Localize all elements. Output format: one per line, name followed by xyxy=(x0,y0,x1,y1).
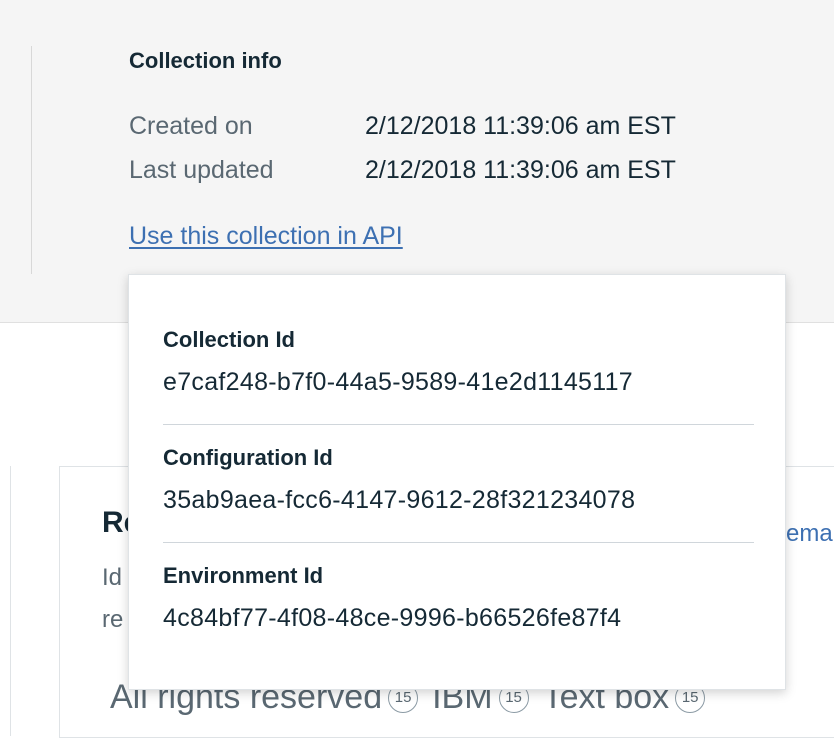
left-card-edge xyxy=(0,466,11,736)
collection-id-label: Collection Id xyxy=(163,327,295,352)
last-updated-label: Last updated xyxy=(129,156,274,184)
popover-divider xyxy=(163,424,754,425)
results-card-text-line-2: re xyxy=(102,606,124,633)
configuration-id-label: Configuration Id xyxy=(163,445,333,470)
environment-id-section: Environment Id 4c84bf77-4f08-48ce-9996-b… xyxy=(163,563,754,633)
popover-divider xyxy=(163,542,754,543)
api-ids-popover: Collection Id e7caf248-b7f0-44a5-9589-41… xyxy=(128,274,786,690)
configuration-id-value[interactable]: 35ab9aea-fcc6-4147-9612-28f321234078 xyxy=(163,486,754,515)
configuration-id-section: Configuration Id 35ab9aea-fcc6-4147-9612… xyxy=(163,445,754,515)
results-card-link[interactable]: ema xyxy=(786,520,833,548)
environment-id-label: Environment Id xyxy=(163,563,324,588)
created-on-value: 2/12/2018 11:39:06 am EST xyxy=(365,112,676,140)
collection-id-section: Collection Id e7caf248-b7f0-44a5-9589-41… xyxy=(163,327,754,397)
environment-id-value[interactable]: 4c84bf77-4f08-48ce-9996-b66526fe87f4 xyxy=(163,604,754,633)
panel-divider xyxy=(31,46,32,274)
collection-info-title: Collection info xyxy=(129,48,282,73)
results-card-text-line-1: Id xyxy=(102,564,123,591)
use-collection-in-api-link[interactable]: Use this collection in API xyxy=(129,222,403,251)
last-updated-value: 2/12/2018 11:39:06 am EST xyxy=(365,156,676,184)
collection-id-value[interactable]: e7caf248-b7f0-44a5-9589-41e2d1145117 xyxy=(163,368,754,397)
created-on-label: Created on xyxy=(129,112,253,140)
